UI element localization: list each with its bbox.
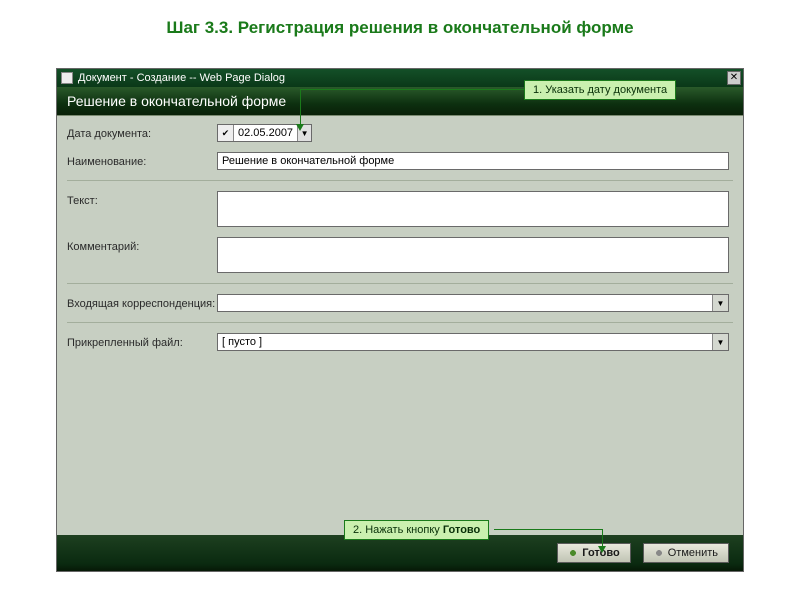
callout-2-connector-v: [602, 529, 603, 547]
comment-label: Комментарий:: [67, 237, 217, 253]
text-label: Текст:: [67, 191, 217, 207]
dialog-footer: Готово Отменить: [57, 535, 743, 571]
document-icon: [61, 72, 73, 84]
incoming-combo[interactable]: ▼: [217, 294, 729, 312]
arrow-down-icon: [598, 546, 606, 553]
date-label: Дата документа:: [67, 124, 217, 140]
check-icon: [568, 548, 578, 558]
file-combo[interactable]: [ пусто ] ▼: [217, 333, 729, 351]
cancel-icon: [654, 548, 664, 558]
date-value: 02.05.2007: [234, 127, 297, 139]
incoming-value: [218, 295, 712, 311]
step-title: Шаг 3.3. Регистрация решения в окончател…: [0, 0, 800, 52]
dialog-window: Документ - Создание -- Web Page Dialog ✕…: [56, 68, 744, 572]
window-title-text: Документ - Создание -- Web Page Dialog: [78, 72, 285, 84]
name-input[interactable]: [217, 152, 729, 170]
text-input[interactable]: [217, 191, 729, 227]
chevron-down-icon[interactable]: ▼: [712, 334, 728, 350]
calendar-icon[interactable]: ✔: [218, 125, 234, 141]
incoming-label: Входящая корреспонденция:: [67, 294, 217, 310]
file-value: [ пусто ]: [218, 334, 712, 350]
cancel-button-label: Отменить: [668, 547, 718, 559]
form-area: Дата документа: ✔ 02.05.2007 ▼ Наименова…: [57, 115, 743, 543]
callout-1: 1. Указать дату документа: [524, 80, 676, 100]
close-icon[interactable]: ✕: [727, 71, 741, 85]
callout-2-pre: 2. Нажать кнопку: [353, 524, 443, 536]
file-label: Прикрепленный файл:: [67, 333, 217, 349]
ok-button[interactable]: Готово: [557, 543, 630, 563]
callout-1-connector-v: [300, 89, 301, 125]
cancel-button[interactable]: Отменить: [643, 543, 729, 563]
name-label: Наименование:: [67, 152, 217, 168]
callout-2-bold: Готово: [443, 524, 480, 536]
callout-2-connector: [494, 529, 602, 530]
callout-1-connector: [300, 89, 524, 90]
arrow-down-icon: [296, 124, 304, 131]
callout-2: 2. Нажать кнопку Готово: [344, 520, 489, 540]
comment-input[interactable]: [217, 237, 729, 273]
chevron-down-icon[interactable]: ▼: [712, 295, 728, 311]
